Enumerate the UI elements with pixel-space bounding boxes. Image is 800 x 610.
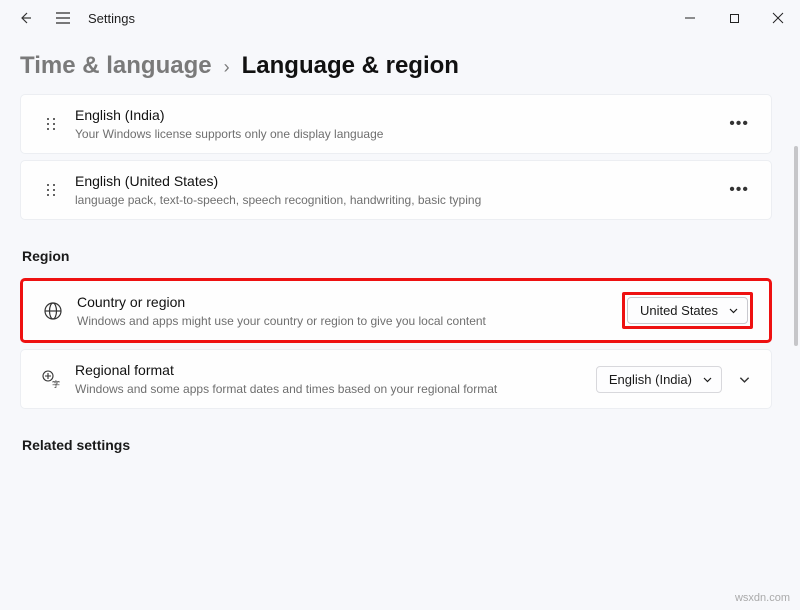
minimize-icon bbox=[684, 12, 696, 24]
chevron-down-icon bbox=[728, 305, 739, 316]
translate-icon: 字 bbox=[37, 369, 65, 389]
country-dropdown[interactable]: United States bbox=[627, 297, 748, 324]
close-button[interactable] bbox=[756, 0, 800, 36]
setting-title: Regional format bbox=[75, 361, 596, 380]
scrollbar[interactable] bbox=[794, 56, 798, 600]
setting-title: Country or region bbox=[77, 293, 622, 312]
country-region-setting[interactable]: Country or region Windows and apps might… bbox=[20, 278, 772, 343]
hamburger-icon bbox=[55, 11, 71, 25]
content-area: Time & language › Language & region Engl… bbox=[0, 36, 792, 610]
language-title: English (United States) bbox=[75, 172, 723, 191]
drag-handle-icon[interactable] bbox=[37, 116, 65, 132]
language-item[interactable]: English (United States) language pack, t… bbox=[20, 160, 772, 220]
language-list: English (India) Your Windows license sup… bbox=[20, 94, 772, 220]
expand-button[interactable] bbox=[734, 369, 755, 390]
maximize-icon bbox=[729, 13, 740, 24]
svg-text:字: 字 bbox=[52, 379, 60, 389]
more-horizontal-icon: ••• bbox=[729, 181, 749, 198]
watermark: wsxdn.com bbox=[735, 592, 790, 604]
regional-format-dropdown[interactable]: English (India) bbox=[596, 366, 722, 393]
dropdown-value: United States bbox=[640, 303, 718, 318]
language-item[interactable]: English (India) Your Windows license sup… bbox=[20, 94, 772, 154]
setting-subtitle: Windows and apps might use your country … bbox=[77, 313, 622, 329]
back-button[interactable] bbox=[6, 0, 44, 36]
more-horizontal-icon: ••• bbox=[729, 115, 749, 132]
highlight-box: United States bbox=[622, 292, 753, 329]
chevron-down-icon bbox=[738, 373, 751, 386]
titlebar: Settings bbox=[0, 0, 800, 36]
breadcrumb: Time & language › Language & region bbox=[20, 52, 772, 80]
language-subtitle: Your Windows license supports only one d… bbox=[75, 126, 723, 142]
close-icon bbox=[772, 12, 784, 24]
breadcrumb-parent[interactable]: Time & language bbox=[20, 52, 212, 80]
arrow-left-icon bbox=[17, 10, 33, 26]
chevron-down-icon bbox=[702, 374, 713, 385]
setting-subtitle: Windows and some apps format dates and t… bbox=[75, 381, 596, 397]
maximize-button[interactable] bbox=[712, 0, 756, 36]
window-controls bbox=[668, 0, 800, 36]
drag-handle-icon[interactable] bbox=[37, 182, 65, 198]
chevron-right-icon: › bbox=[224, 57, 230, 78]
more-options-button[interactable]: ••• bbox=[723, 111, 755, 137]
regional-format-setting[interactable]: 字 Regional format Windows and some apps … bbox=[20, 349, 772, 409]
related-settings-header: Related settings bbox=[22, 437, 772, 453]
region-section-header: Region bbox=[22, 248, 772, 264]
app-title: Settings bbox=[88, 11, 135, 26]
language-subtitle: language pack, text-to-speech, speech re… bbox=[75, 192, 723, 208]
menu-button[interactable] bbox=[44, 0, 82, 36]
language-title: English (India) bbox=[75, 106, 723, 125]
breadcrumb-current: Language & region bbox=[242, 52, 459, 80]
dropdown-value: English (India) bbox=[609, 372, 692, 387]
minimize-button[interactable] bbox=[668, 0, 712, 36]
scrollbar-thumb[interactable] bbox=[794, 146, 798, 346]
more-options-button[interactable]: ••• bbox=[723, 177, 755, 203]
globe-icon bbox=[39, 301, 67, 321]
